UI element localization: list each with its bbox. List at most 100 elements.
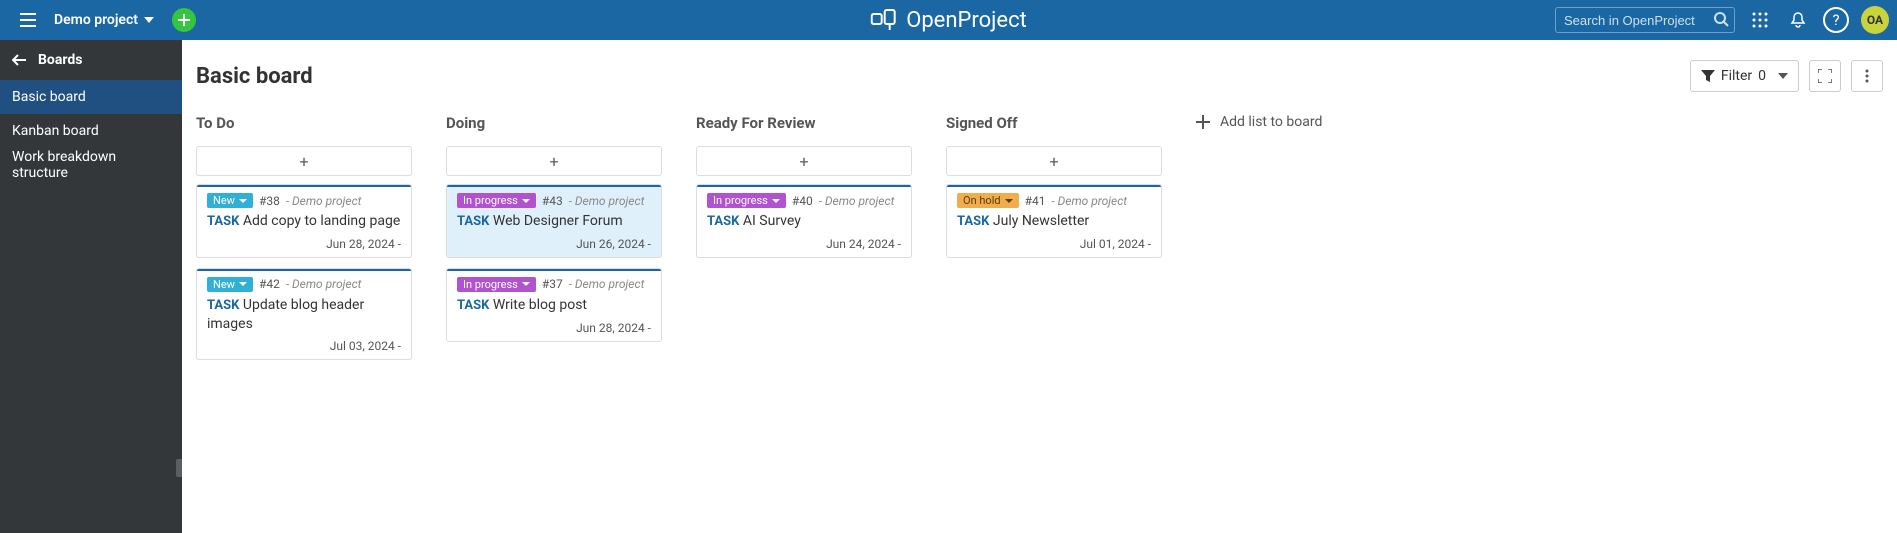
chevron-down-icon — [239, 199, 247, 203]
card-meta: In progress #43 - Demo project — [457, 193, 651, 208]
card-title-line: TASK Write blog post — [457, 296, 651, 315]
board-column: To Do+New#38- Demo projectTASK Add copy … — [196, 114, 412, 370]
task-type-label: TASK — [457, 298, 489, 313]
search-input[interactable] — [1555, 7, 1735, 33]
sidebar-item-label: Kanban board — [12, 123, 99, 139]
brand: OpenProject — [870, 8, 1027, 33]
chevron-down-icon — [522, 199, 530, 203]
more-button[interactable] — [1851, 60, 1883, 92]
sidebar-item-kanban-board[interactable]: Kanban board — [0, 114, 182, 148]
board-columns: To Do+New#38- Demo projectTASK Add copy … — [196, 114, 1883, 370]
fullscreen-button[interactable] — [1809, 60, 1841, 92]
grid-icon — [1752, 12, 1768, 28]
card-project: - Demo project — [819, 194, 895, 208]
bell-icon — [1790, 12, 1806, 28]
card-meta: In progress #40 - Demo project — [707, 193, 901, 208]
board-card[interactable]: On hold#41- Demo projectTASK July Newsle… — [946, 184, 1162, 258]
status-badge[interactable]: In progress — [457, 277, 536, 292]
board-card[interactable]: In progress #37 - Demo project TASK Write b… — [446, 268, 662, 342]
card-date: Jun 28, 2024 - — [457, 321, 651, 335]
board-column: Doing + In progress #43 - Demo project TASK W… — [446, 114, 662, 352]
board-column: Ready For Review+In progress#40- Demo pr… — [696, 114, 912, 268]
more-vertical-icon — [1865, 69, 1869, 83]
card-project: - Demo project — [1051, 194, 1127, 208]
card-id: #40 — [792, 194, 813, 208]
app-name: OpenProject — [906, 8, 1027, 33]
sidebar: Boards Basic board Kanban board Work bre… — [0, 40, 182, 533]
card-date: Jun 28, 2024 - — [207, 237, 401, 251]
status-badge[interactable]: On hold — [957, 193, 1019, 208]
task-type-label: TASK — [457, 214, 489, 229]
card-title-line: TASK Update blog header images — [207, 296, 401, 333]
card-id: #37 — [542, 277, 563, 291]
filter-label: Filter — [1721, 68, 1752, 84]
project-selector[interactable]: Demo project — [48, 12, 160, 28]
sidebar-item-label: Basic board — [12, 89, 86, 105]
card-meta: New #42 - Demo project — [207, 277, 401, 292]
modules-button[interactable] — [1747, 7, 1773, 33]
add-card-button[interactable]: + — [946, 146, 1162, 176]
card-project: - Demo project — [569, 194, 645, 208]
status-label: In progress — [713, 194, 768, 207]
card-title: July Newsletter — [993, 213, 1089, 229]
main-content: Basic board Filter 0 To Do+New#38- Demo … — [182, 40, 1897, 533]
card-meta: In progress #37 - Demo project — [457, 277, 651, 292]
column-title: Doing — [446, 114, 662, 132]
arrow-left-icon[interactable] — [12, 54, 26, 66]
notifications-button[interactable] — [1785, 7, 1811, 33]
status-badge[interactable]: In progress — [707, 193, 786, 208]
project-name: Demo project — [54, 12, 138, 28]
status-label: In progress — [463, 194, 518, 207]
chevron-down-icon — [144, 17, 154, 23]
add-card-button[interactable]: + — [696, 146, 912, 176]
fullscreen-icon — [1818, 69, 1832, 83]
menu-toggle[interactable] — [8, 0, 48, 40]
card-meta: On hold#41- Demo project — [957, 193, 1151, 208]
board-card[interactable]: In progress#40- Demo projectTASK AI Surv… — [696, 184, 912, 258]
card-id: #42 — [259, 277, 280, 291]
avatar[interactable]: OA — [1861, 6, 1889, 34]
board-card[interactable]: New#38- Demo projectTASK Add copy to lan… — [196, 184, 412, 258]
filter-icon — [1701, 70, 1715, 82]
card-title: Add copy to landing page — [243, 213, 400, 229]
question-icon: ? — [1832, 11, 1839, 29]
quick-add-button[interactable] — [172, 8, 196, 32]
board-column: Signed Off+On hold#41- Demo projectTASK … — [946, 114, 1162, 268]
status-badge[interactable]: New — [207, 277, 253, 292]
filter-count: 0 — [1758, 68, 1766, 84]
card-title: Web Designer Forum — [493, 213, 623, 229]
openproject-logo-icon — [870, 9, 898, 31]
sidebar-resize-handle[interactable] — [176, 459, 182, 477]
board-card[interactable]: In progress #43 - Demo project TASK Web Des… — [446, 184, 662, 258]
sidebar-header: Boards — [0, 40, 182, 80]
plus-icon — [178, 14, 190, 26]
sidebar-item-work-breakdown[interactable]: Work breakdown structure — [0, 148, 182, 182]
sidebar-item-basic-board[interactable]: Basic board — [0, 80, 182, 114]
card-project: - Demo project — [569, 277, 645, 291]
add-card-button[interactable]: + — [446, 146, 662, 176]
task-type-label: TASK — [207, 214, 239, 229]
chevron-down-icon — [1778, 73, 1788, 79]
card-id: #43 — [542, 194, 563, 208]
task-type-label: TASK — [707, 214, 739, 229]
card-date: Jul 03, 2024 - — [207, 339, 401, 353]
status-badge[interactable]: New — [207, 193, 253, 208]
help-button[interactable]: ? — [1823, 7, 1849, 33]
column-title: To Do — [196, 114, 412, 132]
board-title: Basic board — [196, 64, 313, 89]
add-list-button[interactable]: Add list to board — [1196, 114, 1322, 130]
task-type-label: TASK — [207, 298, 239, 313]
status-label: On hold — [963, 194, 1001, 207]
filter-button[interactable]: Filter 0 — [1690, 60, 1799, 92]
card-date: Jul 01, 2024 - — [957, 237, 1151, 251]
status-badge[interactable]: In progress — [457, 193, 536, 208]
card-title-line: TASK Add copy to landing page — [207, 212, 401, 231]
add-card-button[interactable]: + — [196, 146, 412, 176]
sidebar-title: Boards — [38, 52, 82, 68]
card-project: - Demo project — [286, 277, 362, 291]
title-row: Basic board Filter 0 — [196, 60, 1883, 92]
status-label: New — [213, 194, 235, 207]
card-project: - Demo project — [286, 194, 362, 208]
board-card[interactable]: New #42 - Demo project TASK Update blog hea… — [196, 268, 412, 360]
plus-icon — [1196, 115, 1210, 129]
